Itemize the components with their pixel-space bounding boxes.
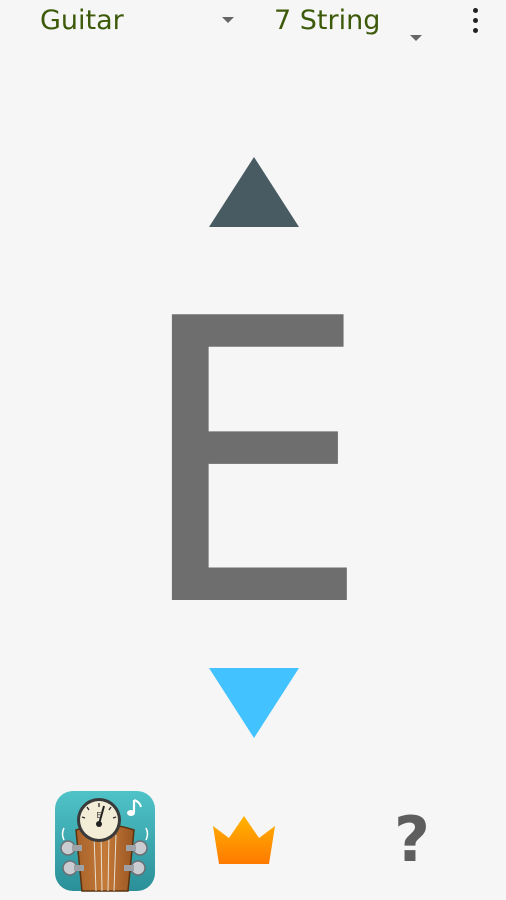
- more-options-icon[interactable]: [462, 6, 488, 36]
- chevron-down-icon: [222, 17, 234, 23]
- tune-up-indicator-icon: [209, 668, 299, 738]
- app-icon-graphic: E: [55, 791, 155, 892]
- tune-down-indicator-icon: [209, 157, 299, 227]
- menu-dot: [473, 8, 478, 13]
- tuner-screen: Guitar 7 String E E ?: [0, 0, 506, 900]
- detected-note: E: [135, 237, 371, 693]
- instrument-dropdown[interactable]: Guitar: [38, 2, 248, 42]
- guitar-tuner-app-icon[interactable]: E: [54, 790, 156, 892]
- crown-icon: [213, 816, 275, 864]
- menu-dot: [473, 28, 478, 33]
- chevron-down-icon: [410, 35, 422, 41]
- tuning-dropdown[interactable]: 7 String: [274, 2, 434, 78]
- menu-dot: [473, 18, 478, 23]
- tuning-label: 7 String: [274, 5, 381, 36]
- help-button[interactable]: ?: [380, 800, 444, 880]
- instrument-label: Guitar: [40, 5, 124, 36]
- premium-crown-button[interactable]: [209, 812, 279, 868]
